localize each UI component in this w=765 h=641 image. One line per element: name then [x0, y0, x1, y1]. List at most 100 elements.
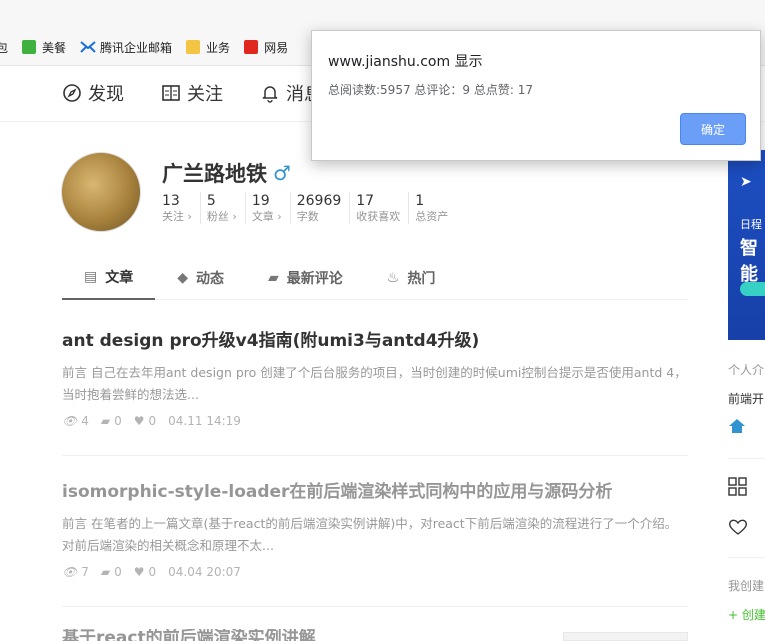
stat-label: 收获喜欢 [356, 210, 401, 223]
stat-value: 1 [415, 193, 425, 209]
article-title[interactable]: ant design pro升级v4指南(附umi3与antd4升级) [62, 328, 688, 354]
dialog-title: www.jianshu.com 显示 [328, 54, 483, 70]
nav-follow[interactable]: 关注 [161, 80, 223, 106]
heart-icon: ♥ [133, 414, 145, 428]
bookmark-label: 网易 [264, 40, 289, 55]
likes: ♥ 0 [134, 414, 156, 428]
nav-label: 关注 [187, 84, 223, 105]
article-title[interactable]: isomorphic-style-loader在前后端渲染样式同构中的应用与源码… [62, 479, 688, 505]
article-meta: 👁 7 ▰ 0 ♥ 0 04.04 20:07 [62, 565, 688, 579]
stat-label: 字数 [296, 210, 319, 223]
nav-label: 发现 [88, 84, 124, 105]
folder-icon [186, 40, 201, 54]
intro-text: 前端开 [728, 392, 765, 406]
book-icon [161, 83, 181, 103]
eye-icon: 👁 [62, 414, 78, 428]
user-stats: 13 关注 › 5 粉丝 › 19 文章 › 26969 字数 17 收获喜欢 … [162, 192, 462, 224]
comments-count: 0 [114, 565, 122, 579]
stat-articles[interactable]: 19 文章 › [252, 192, 291, 224]
article-item: ant design pro升级v4指南(附umi3与antd4升级) 前言 自… [62, 328, 688, 456]
tab-label: 最新评论 [286, 270, 343, 287]
bookmark-bao[interactable]: 包 [0, 39, 8, 56]
stat-label: 粉丝 › [206, 210, 237, 223]
home-icon[interactable] [728, 418, 765, 438]
bookmark-meican[interactable]: 美餐 [22, 39, 66, 56]
tab-activity[interactable]: ◆ 动态 [155, 255, 246, 300]
tab-label: 热门 [407, 270, 436, 287]
views-count: 7 [81, 565, 89, 579]
comments[interactable]: ▰ 0 [101, 414, 122, 428]
likes-count: 0 [148, 414, 157, 428]
fire-icon: ♨ [386, 269, 400, 286]
stat-label: 文章 › [251, 210, 282, 223]
ok-button[interactable]: 确定 [680, 113, 746, 145]
tencent-mail-icon [80, 40, 96, 54]
activity-icon: ◆ [177, 269, 189, 286]
article-date: 04.04 20:07 [168, 565, 241, 579]
tab-comments[interactable]: ▰ 最新评论 [246, 255, 365, 300]
stat-value: 13 [162, 193, 180, 209]
avatar[interactable] [61, 152, 141, 232]
tab-articles[interactable]: ▤ 文章 [62, 255, 156, 300]
stat-words: 26969 字数 [297, 192, 351, 224]
views: 👁 7 [62, 565, 89, 579]
stat-likes: 17 收获喜欢 [356, 192, 410, 224]
comments[interactable]: ▰ 0 [101, 565, 122, 579]
comment-icon: ▰ [100, 414, 111, 428]
ad-text: 日程 [740, 218, 762, 231]
netease-icon [244, 40, 259, 54]
tab-hot[interactable]: ♨ 热门 [365, 255, 458, 300]
article-icon: ▤ [84, 268, 98, 285]
bookmark-label: 包 [0, 40, 9, 55]
stat-value: 17 [356, 193, 375, 209]
article-date: 04.11 14:19 [168, 414, 241, 428]
comments-count: 0 [114, 414, 122, 428]
male-icon: ♂ [273, 161, 291, 185]
heart-icon: ♥ [133, 565, 145, 579]
stat-assets: 1 总资产 [415, 192, 456, 224]
heart-outline-icon[interactable] [728, 518, 765, 539]
create-link[interactable]: + 创建 [728, 606, 765, 623]
eye-icon: 👁 [62, 565, 78, 579]
meican-icon [22, 40, 37, 54]
tab-label: 动态 [196, 270, 225, 287]
bell-icon [260, 83, 280, 103]
ad-banner[interactable]: ➤ 日程 智能 [728, 150, 765, 340]
article-abstract: 前言 在笔者的上一篇文章(基于react的前后端渲染实例讲解)中，对react下… [62, 516, 678, 553]
bookmark-business[interactable]: 业务 [186, 39, 230, 56]
stat-followers[interactable]: 5 粉丝 › [207, 192, 246, 224]
bookmark-tencent-mail[interactable]: 腾讯企业邮箱 [80, 39, 172, 56]
stat-label: 总资产 [415, 210, 449, 223]
send-icon: ➤ [740, 174, 752, 190]
views-count: 4 [81, 414, 89, 428]
stat-value: 5 [206, 193, 216, 209]
stat-label: 关注 › [162, 210, 192, 223]
article-thumbnail[interactable] [563, 632, 688, 641]
stat-following[interactable]: 13 关注 › [162, 192, 201, 224]
article-meta: 👁 4 ▰ 0 ♥ 0 04.11 14:19 [62, 414, 688, 428]
user-name: 广兰路地铁 ♂ [162, 158, 291, 188]
alert-dialog: www.jianshu.com 显示 总阅读数:5957 总评论：9 总点赞: … [311, 30, 761, 161]
bookmark-netease[interactable]: 网易 [244, 39, 288, 56]
tab-label: 文章 [105, 269, 134, 286]
divider [728, 458, 765, 459]
intro-label: 个人介 [728, 363, 765, 377]
grid-icon[interactable] [728, 477, 765, 500]
user-name-text[interactable]: 广兰路地铁 [162, 158, 267, 188]
likes: ♥ 0 [134, 565, 156, 579]
bookmark-label: 腾讯企业邮箱 [100, 40, 173, 55]
article-abstract: 前言 自己在去年用ant design pro 创建了个后台服务的项目，当时创建… [62, 365, 687, 402]
compass-icon [62, 83, 82, 103]
ad-headline: 智能 [740, 238, 758, 285]
profile-tabs: ▤ 文章 ◆ 动态 ▰ 最新评论 ♨ 热门 [62, 255, 688, 300]
comment-icon: ▰ [100, 565, 111, 579]
comment-icon: ▰ [268, 269, 279, 286]
likes-count: 0 [148, 565, 157, 579]
ad-button[interactable] [740, 282, 765, 296]
dialog-message: 总阅读数:5957 总评论：9 总点赞: 17 [328, 83, 533, 97]
bookmark-label: 业务 [206, 40, 231, 55]
nav-discover[interactable]: 发现 [62, 80, 124, 106]
article-item: isomorphic-style-loader在前后端渲染样式同构中的应用与源码… [62, 479, 688, 607]
views: 👁 4 [62, 414, 89, 428]
bookmark-label: 美餐 [42, 40, 67, 55]
